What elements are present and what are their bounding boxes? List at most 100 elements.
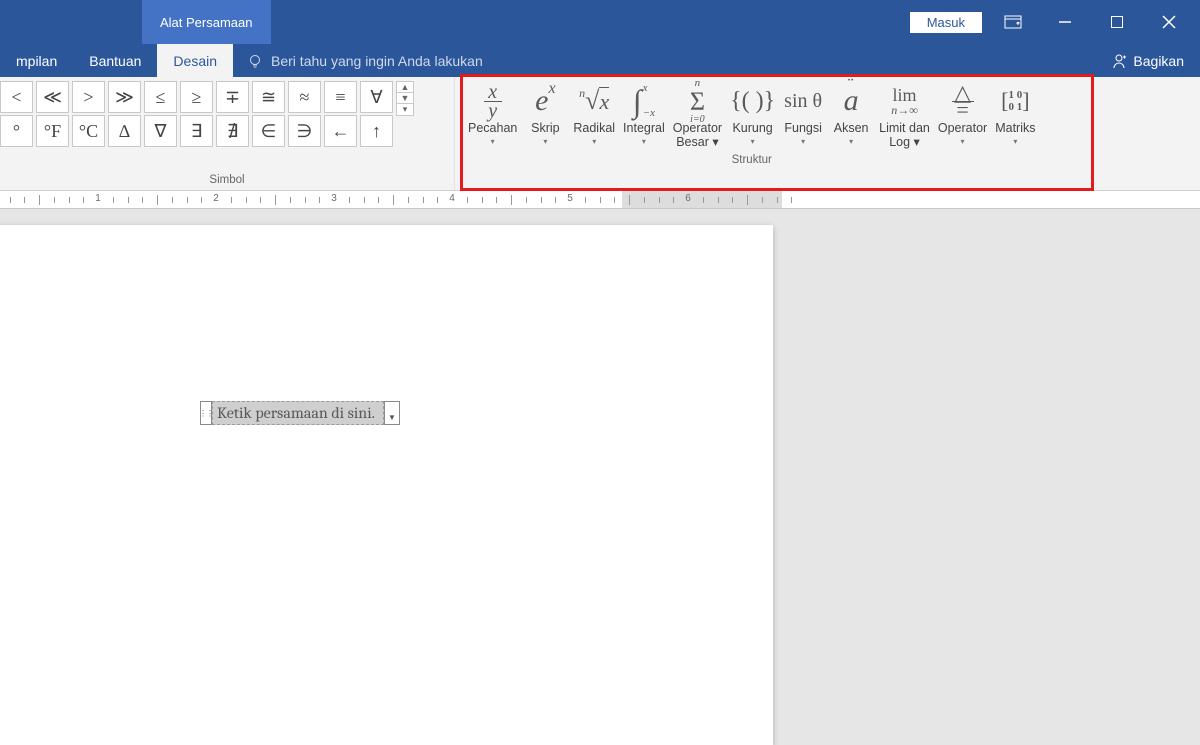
symbol-cell[interactable]: ≫ [108, 81, 141, 113]
chevron-down-icon: ▾ [592, 137, 596, 146]
ribbon-tabs: mpilan Bantuan Desain Beri tahu yang ing… [0, 44, 1200, 77]
share-label: Bagikan [1133, 53, 1184, 69]
symbol-cell[interactable]: ∇ [144, 115, 177, 147]
symbol-cell[interactable]: ← [324, 115, 357, 147]
symbol-cell[interactable]: ≪ [36, 81, 69, 113]
structure-matriks-button[interactable]: [1 00 1]Matriks▾ [991, 81, 1039, 152]
structure-label: Aksen [834, 121, 869, 135]
structure-label: OperatorBesar ▾ [673, 121, 722, 150]
ruler-number: 2 [213, 193, 219, 204]
symbol-cell[interactable]: ≡ [324, 81, 357, 113]
maximize-icon[interactable] [1096, 0, 1138, 44]
tell-me-search[interactable]: Beri tahu yang ingin Anda lakukan [233, 44, 497, 77]
ruler-number: 6 [685, 193, 691, 204]
horizontal-ruler[interactable]: 123456 [0, 191, 1200, 209]
symbol-cell[interactable]: ↑ [360, 115, 393, 147]
structure-label: Radikal [573, 121, 615, 135]
tell-me-label: Beri tahu yang ingin Anda lakukan [271, 53, 483, 69]
operator2-icon: △= [952, 81, 974, 121]
structure-skrip-button[interactable]: exSkrip ▾ [521, 81, 569, 152]
structure-aksen-button[interactable]: a¨Aksen ▾ [827, 81, 875, 152]
lightbulb-icon [247, 53, 263, 69]
context-tab-label: Alat Persamaan [160, 15, 253, 30]
kurung-icon: {( )} [730, 81, 775, 121]
ribbon-display-options-icon[interactable] [992, 0, 1034, 44]
symbol-cell[interactable]: < [0, 81, 33, 113]
chevron-down-icon: ▾ [543, 137, 547, 146]
symbol-cell[interactable]: °C [72, 115, 105, 147]
structure-limit-button[interactable]: limn→∞Limit danLog ▾ [875, 81, 934, 152]
aksen-icon: a¨ [844, 81, 859, 121]
equation-input[interactable]: Ketik persamaan di sini. [212, 401, 384, 425]
symbol-cell[interactable]: ∆ [108, 115, 141, 147]
pecahan-icon: xy [484, 81, 502, 121]
symbol-cell[interactable]: ∀ [360, 81, 393, 113]
chevron-down-icon: ▾ [642, 137, 646, 146]
symbol-cell[interactable]: ∃ [180, 115, 213, 147]
structure-operator-button[interactable]: nΣi=0OperatorBesar ▾ [669, 81, 726, 152]
structure-fungsi-button[interactable]: sin θFungsi ▾ [779, 81, 827, 152]
operator-icon: nΣi=0 [690, 81, 705, 121]
ribbon-group-simbol: <≪>≫≤≥∓≅≈≡∀ °°F°C∆∇∃∄∈∋←↑ ▲ ▼ ▾ Simbol [0, 77, 455, 190]
signin-button[interactable]: Masuk [910, 12, 982, 33]
symbol-cell[interactable]: ∋ [288, 115, 321, 147]
close-icon[interactable] [1148, 0, 1190, 44]
share-icon [1111, 53, 1127, 69]
chevron-down-icon: ▾ [491, 137, 495, 146]
symbol-cell[interactable]: ∈ [252, 115, 285, 147]
symbol-cell[interactable]: ≈ [288, 81, 321, 113]
symbol-cell[interactable]: ∄ [216, 115, 249, 147]
structure-label: Pecahan [468, 121, 517, 135]
ribbon-group-label: Simbol [0, 172, 454, 190]
ruler-number: 1 [95, 193, 101, 204]
gallery-expand-icon[interactable]: ▾ [396, 103, 414, 116]
symbol-cell[interactable]: ≥ [180, 81, 213, 113]
structure-kurung-button[interactable]: {( )}Kurung ▾ [726, 81, 779, 152]
equation-move-handle[interactable]: ⋮⋮ [200, 401, 212, 425]
integral-icon: ∫x−x [633, 81, 655, 121]
titlebar: Alat Persamaan Masuk [0, 0, 1200, 44]
symbol-cell[interactable]: ° [0, 115, 33, 147]
symbol-cell[interactable]: ≅ [252, 81, 285, 113]
symbol-gallery-scroll[interactable]: ▲ ▼ ▾ [396, 81, 414, 115]
ruler-number: 5 [567, 193, 573, 204]
structure-label: Kurung [732, 121, 772, 135]
document-area: ⋮⋮ Ketik persamaan di sini. ▼ [0, 209, 1200, 743]
chevron-down-icon: ▾ [961, 137, 965, 146]
equation-placeholder[interactable]: ⋮⋮ Ketik persamaan di sini. ▼ [200, 401, 400, 425]
structure-radikal-button[interactable]: n√xRadikal▾ [569, 81, 619, 152]
tab-desain[interactable]: Desain [157, 44, 233, 77]
symbol-cell[interactable]: °F [36, 115, 69, 147]
context-tab-equation-tools[interactable]: Alat Persamaan [142, 0, 271, 44]
equation-options-dropdown[interactable]: ▼ [384, 401, 400, 425]
ruler-number: 3 [331, 193, 337, 204]
ribbon-group-label: Struktur [464, 152, 1039, 170]
chevron-down-icon: ▾ [849, 137, 853, 146]
symbol-gallery[interactable]: <≪>≫≤≥∓≅≈≡∀ °°F°C∆∇∃∄∈∋←↑ [0, 81, 393, 147]
structure-integral-button[interactable]: ∫x−xIntegral▾ [619, 81, 669, 152]
structure-operator2-button[interactable]: △=Operator ▾ [934, 81, 991, 152]
chevron-down-icon: ▾ [751, 137, 755, 146]
tab-tampilan[interactable]: mpilan [0, 44, 73, 77]
structure-label: Skrip [531, 121, 559, 135]
page[interactable]: ⋮⋮ Ketik persamaan di sini. ▼ [0, 225, 773, 745]
skrip-icon: ex [535, 81, 555, 121]
symbol-cell[interactable]: > [72, 81, 105, 113]
signin-label: Masuk [927, 15, 965, 30]
fungsi-icon: sin θ [784, 81, 822, 121]
window-controls: Masuk [910, 0, 1200, 44]
symbol-cell[interactable]: ≤ [144, 81, 177, 113]
structure-label: Limit danLog ▾ [879, 121, 930, 150]
limit-icon: limn→∞ [891, 81, 918, 121]
tab-bantuan[interactable]: Bantuan [73, 44, 157, 77]
symbol-cell[interactable]: ∓ [216, 81, 249, 113]
chevron-down-icon: ▾ [1013, 137, 1017, 146]
structure-label: Fungsi [784, 121, 822, 135]
share-button[interactable]: Bagikan [1095, 44, 1200, 77]
structure-label: Matriks [995, 121, 1035, 135]
ribbon: <≪>≫≤≥∓≅≈≡∀ °°F°C∆∇∃∄∈∋←↑ ▲ ▼ ▾ Simbol x… [0, 77, 1200, 191]
chevron-down-icon: ▾ [801, 137, 805, 146]
structure-label: Operator [938, 121, 987, 135]
structure-pecahan-button[interactable]: xyPecahan ▾ [464, 81, 521, 152]
minimize-icon[interactable] [1044, 0, 1086, 44]
